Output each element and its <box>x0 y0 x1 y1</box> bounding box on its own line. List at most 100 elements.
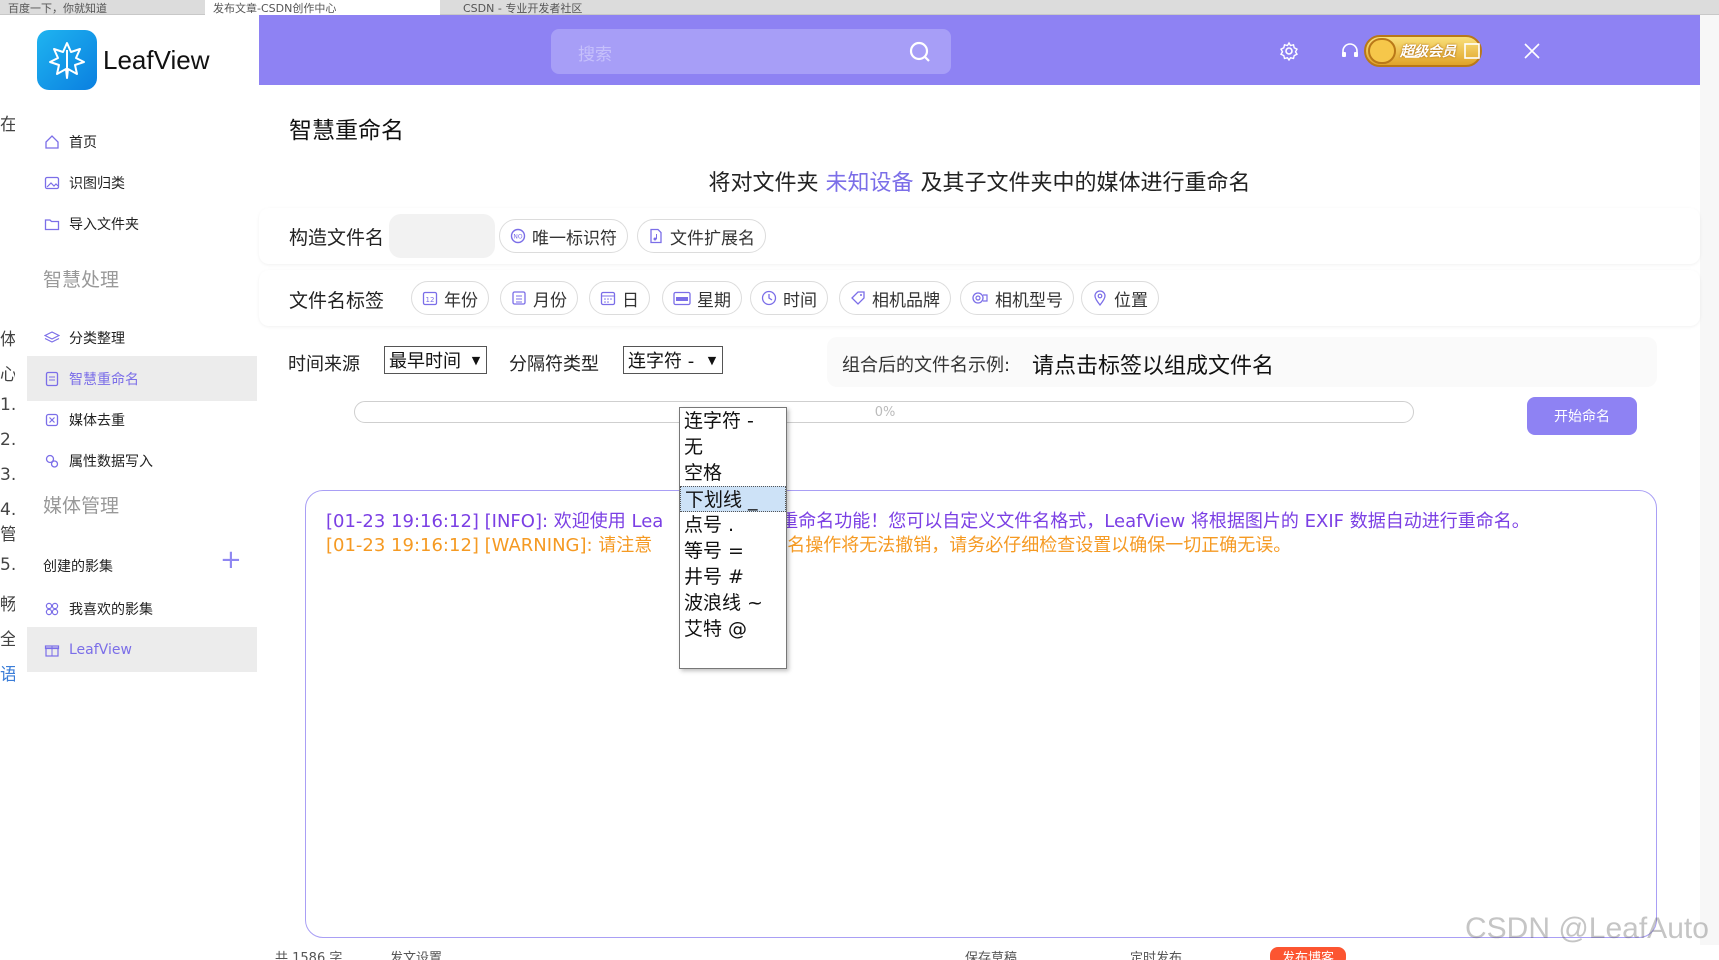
separator-option[interactable]: 等号 = <box>680 538 786 564</box>
background-text: 2. <box>0 430 17 450</box>
word-count: 共 1586 字 <box>275 951 343 960</box>
construct-filename-label: 构造文件名 <box>289 227 385 249</box>
settings-gear-icon[interactable] <box>1275 37 1303 65</box>
sidebar-item-label: 首页 <box>69 134 97 151</box>
notice-folder[interactable]: 未知设备 <box>825 171 913 196</box>
unique-id-label: 唯一标识符 <box>532 228 617 249</box>
file-music-icon <box>648 228 664 244</box>
tag-camera-brand-button[interactable]: 相机品牌 <box>839 281 951 315</box>
separator-type-select[interactable]: 连字符 - ▼ <box>623 346 723 374</box>
sidebar-item-home[interactable]: 首页 <box>27 119 257 164</box>
layers-icon <box>43 329 61 347</box>
sidebar-item-classify[interactable]: 分类整理 <box>27 315 257 360</box>
calendar-day-icon <box>600 290 616 306</box>
filename-example-value: 请点击标签以组成文件名 <box>1032 354 1275 379</box>
separator-option[interactable]: 无 <box>680 434 786 460</box>
publish-settings-link[interactable]: 发文设置 <box>390 947 442 960</box>
separator-option[interactable]: 井号 # <box>680 564 786 590</box>
home-icon <box>43 133 61 151</box>
calendar-week-icon <box>673 290 691 306</box>
tag-weekday-button[interactable]: 星期 <box>662 281 742 315</box>
separator-option[interactable]: 点号 . <box>680 512 786 538</box>
app-name: LeafView <box>103 45 210 75</box>
browser-tab-strip: 百度一下，你就知道 发布文章-CSDN创作中心 CSDN - 专业开发者社区 <box>0 0 1719 15</box>
separator-dropdown-list[interactable]: 连字符 - 无 空格 下划线 _ 点号 . 等号 = 井号 # 波浪线 ~ 艾特… <box>679 407 787 669</box>
tag-location-button[interactable]: 位置 <box>1081 281 1159 315</box>
notice-prefix: 将对文件夹 <box>708 171 819 196</box>
background-text: 4. <box>0 500 17 520</box>
filename-builder-input[interactable] <box>389 214 495 258</box>
tag-label: 相机型号 <box>995 290 1063 311</box>
separator-option-highlighted[interactable]: 下划线 _ <box>680 486 786 512</box>
browser-tab[interactable]: CSDN - 专业开发者社区 <box>455 0 695 15</box>
sidebar-item-image-classify[interactable]: 识图归类 <box>27 160 257 205</box>
gift-icon <box>43 641 61 659</box>
tag-label: 年份 <box>444 290 478 311</box>
tag-camera-model-button[interactable]: 相机型号 <box>960 281 1074 315</box>
grid-icon <box>43 600 61 618</box>
tag-label: 月份 <box>533 290 567 311</box>
sidebar-item-smart-rename[interactable]: 智慧重命名 <box>27 356 257 401</box>
search-icon[interactable] <box>908 40 932 68</box>
log-line-warning: [01-23 19:16:12] [WARNING]: 请注意 重命名操作将无法撤… <box>326 531 1291 557</box>
schedule-publish-button[interactable]: 定时发布 <box>1130 947 1182 960</box>
separator-option[interactable]: 连字符 - <box>680 408 786 434</box>
sidebar-item-metadata-write[interactable]: 属性数据写入 <box>27 438 257 483</box>
sidebar-item-label: 分类整理 <box>69 330 125 347</box>
sidebar-item-label: 智慧重命名 <box>69 371 139 388</box>
unique-id-button[interactable]: NO 唯一标识符 <box>499 219 628 253</box>
search-placeholder: 搜索 <box>578 45 612 65</box>
separator-option[interactable]: 空格 <box>680 460 786 486</box>
tag-time-button[interactable]: 时间 <box>750 281 828 315</box>
rename-icon <box>43 370 61 388</box>
add-album-plus-icon[interactable]: + <box>220 547 242 573</box>
filename-example-label: 组合后的文件名示例: <box>842 355 1011 376</box>
maximize-icon[interactable] <box>1458 37 1486 65</box>
sidebar-item-import-folder[interactable]: 导入文件夹 <box>27 201 257 246</box>
time-source-label: 时间来源 <box>288 354 360 375</box>
publish-blog-button[interactable]: 发布博客 <box>1270 947 1347 960</box>
headset-icon[interactable] <box>1336 37 1364 65</box>
sidebar-section-media: 媒体管理 <box>43 495 120 517</box>
sidebar: LeafView 首页 识图归类 导入文件夹 智慧处理 分类整理 智慧重命名 媒… <box>15 15 257 945</box>
browser-tab[interactable]: 发布文章-CSDN创作中心 <box>205 0 440 15</box>
background-page-right <box>1700 15 1719 960</box>
save-draft-button[interactable]: 保存草稿 <box>965 947 1017 960</box>
close-icon[interactable] <box>1518 37 1546 65</box>
minimize-icon[interactable] <box>1398 37 1426 65</box>
log-text-end: 能重命名功能！您可以自定义文件名格式，LeafView 将根据图片的 EXIF … <box>762 511 1530 532</box>
separator-option[interactable]: 波浪线 ~ <box>680 590 786 616</box>
file-extension-label: 文件扩展名 <box>670 228 755 249</box>
tag-year-button[interactable]: 12 年份 <box>411 281 489 315</box>
gears-icon <box>43 452 61 470</box>
search-box[interactable]: 搜索 <box>551 29 951 74</box>
time-source-select[interactable]: 最早时间 ▼ <box>384 346 487 374</box>
sidebar-item-favorite-albums[interactable]: 我喜欢的影集 <box>27 586 257 631</box>
sidebar-item-label: 媒体去重 <box>69 412 125 429</box>
tag-label: 时间 <box>783 290 817 311</box>
browser-tab[interactable]: 百度一下，你就知道 <box>0 0 190 15</box>
tag-icon <box>850 290 866 306</box>
leafview-window: LeafView 首页 识图归类 导入文件夹 智慧处理 分类整理 智慧重命名 媒… <box>15 15 1700 945</box>
file-extension-button[interactable]: 文件扩展名 <box>637 219 766 253</box>
log-panel[interactable]: [01-23 19:16:12] [INFO]: 欢迎使用 Lea 能重命名功能！… <box>305 490 1657 938</box>
filename-example-box: 组合后的文件名示例: 请点击标签以组成文件名 <box>827 337 1657 387</box>
tag-label: 位置 <box>1114 290 1148 311</box>
rename-notice: 将对文件夹 未知设备 及其子文件夹中的媒体进行重命名 <box>259 165 1700 197</box>
background-editor-footer: 共 1586 字 发文设置 保存草稿 定时发布 发布博客 <box>0 945 1719 960</box>
time-source-value: 最早时间 <box>389 351 461 372</box>
sidebar-item-dedupe[interactable]: 媒体去重 <box>27 397 257 442</box>
sidebar-item-leafview-album[interactable]: LeafView <box>27 627 257 672</box>
diamond-heart-icon <box>1368 38 1396 64</box>
tag-day-button[interactable]: 日 <box>589 281 650 315</box>
log-line-info: [01-23 19:16:12] [INFO]: 欢迎使用 Lea 能重命名功能！… <box>326 507 1530 533</box>
csdn-watermark: CSDN @LeafAuto <box>1465 912 1709 945</box>
tag-month-button[interactable]: 月份 <box>500 281 578 315</box>
separator-option[interactable]: 艾特 @ <box>680 616 786 642</box>
dedupe-icon <box>43 411 61 429</box>
camera-lens-icon <box>971 290 989 306</box>
construct-filename-row: 构造文件名 NO 唯一标识符 文件扩展名 <box>259 208 1700 264</box>
tag-label: 相机品牌 <box>872 290 940 311</box>
background-text: 1. <box>0 395 17 415</box>
start-rename-button[interactable]: 开始命名 <box>1527 397 1637 435</box>
